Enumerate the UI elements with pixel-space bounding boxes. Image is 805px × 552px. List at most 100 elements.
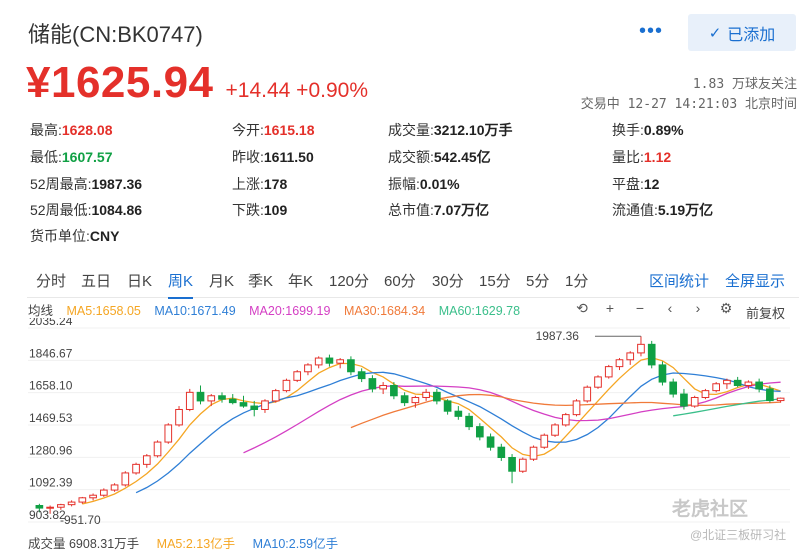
zoom-in-icon[interactable]: + <box>600 300 620 320</box>
candle-body <box>733 379 742 386</box>
candle-body <box>454 410 463 417</box>
stat-currency: 货币单位:CNY <box>30 228 120 244</box>
candle-body <box>261 400 269 410</box>
candle-body <box>540 434 549 448</box>
check-icon: ✓ <box>708 24 722 42</box>
zoom-out-icon[interactable]: − <box>630 300 650 320</box>
candle-body <box>239 402 248 407</box>
y-tick-label: 2035.24 <box>29 318 73 328</box>
period-tabs: 分时 五日 日K 周K 月K 季K 年K 120分 60分 30分 15分 5分… <box>27 262 799 299</box>
tab-quarterly-k[interactable]: 季K <box>248 270 273 291</box>
trade-time: 交易中 12-27 14:21:03 北京时间 <box>580 97 797 112</box>
candle-body <box>121 472 130 486</box>
range-stats-link[interactable]: 区间统计 <box>649 270 709 291</box>
candle-body <box>626 352 635 361</box>
tab-monthly-k[interactable]: 月K <box>209 270 234 291</box>
page-title: 储能(CN:BK0747) <box>28 22 203 47</box>
ma10-value: MA10:1671.49 <box>154 304 236 318</box>
y-tick-label: 1658.10 <box>29 379 73 393</box>
candle-body <box>250 405 259 410</box>
candle-body <box>175 408 183 426</box>
candle-body <box>153 441 162 457</box>
candle-body <box>379 384 387 390</box>
ma60-value: MA60:1629.78 <box>438 304 521 318</box>
stat-volume: 成交量:3212.10万手 <box>388 122 513 138</box>
avg-line-label: 均线 <box>28 304 54 318</box>
candle-body <box>615 359 624 368</box>
stat-up-count: 上涨:178 <box>232 176 288 192</box>
tab-15min[interactable]: 15分 <box>479 270 511 291</box>
tab-weekly-k[interactable]: 周K <box>168 270 194 299</box>
scroll-right-icon[interactable]: › <box>688 300 708 320</box>
candle-body <box>422 391 430 398</box>
tab-120min[interactable]: 120分 <box>329 270 369 291</box>
tab-yearly-k[interactable]: 年K <box>288 270 313 291</box>
ma5-line <box>82 357 781 505</box>
tab-5min[interactable]: 5分 <box>526 270 549 291</box>
stat-down-count: 下跌:109 <box>232 202 288 218</box>
tab-30min[interactable]: 30分 <box>432 270 464 291</box>
candle-body <box>712 383 721 392</box>
tab-daily-k[interactable]: 日K <box>127 270 152 291</box>
candle-body <box>304 364 312 373</box>
candle-body <box>604 366 613 378</box>
high-annotation: 1987.36 <box>536 329 580 343</box>
stat-prev-close: 昨收:1611.50 <box>232 149 314 165</box>
stat-high: 最高:1628.08 <box>30 122 113 138</box>
candle-body <box>658 364 667 383</box>
candle-body <box>271 390 280 402</box>
candle-body <box>776 397 785 402</box>
candle-body <box>400 395 409 404</box>
candle-body <box>228 398 237 404</box>
price-change: +14.44 +0.90% <box>225 79 368 102</box>
stat-amplitude: 振幅:0.01% <box>388 176 460 192</box>
stat-52w-low: 52周最低:1084.86 <box>30 202 143 218</box>
stat-low: 最低:1607.57 <box>30 149 113 165</box>
ma5-value: MA5:1658.05 <box>66 304 141 318</box>
scroll-left-icon[interactable]: ‹ <box>660 300 680 320</box>
fullscreen-link[interactable]: 全屏显示 <box>725 270 785 291</box>
candle-body <box>680 393 688 407</box>
candle-body <box>347 359 355 373</box>
followers-count[interactable]: 1.83 万球友关注 <box>693 73 797 92</box>
candle-body <box>433 391 441 402</box>
stat-volume-ratio: 量比:1.12 <box>612 149 672 165</box>
candle-body <box>475 426 484 438</box>
tab-five-day[interactable]: 五日 <box>81 270 111 291</box>
candle-body <box>755 381 763 390</box>
stat-turnover: 换手:0.89% <box>612 122 684 138</box>
candle-body <box>594 376 602 388</box>
candle-body <box>282 379 291 392</box>
candle-body <box>132 463 140 474</box>
more-options-button[interactable]: ••• <box>636 18 666 44</box>
candle-body <box>336 359 345 364</box>
candle-body <box>551 424 559 436</box>
candle-body <box>185 391 194 410</box>
title-row: 储能(CN:BK0747) <box>28 18 203 48</box>
added-label: 已添加 <box>727 26 776 44</box>
y-tick-label: 1469.53 <box>29 411 73 425</box>
candle-body <box>207 395 216 402</box>
stat-flat-count: 平盘:12 <box>612 176 660 192</box>
candle-body <box>486 436 495 448</box>
candle-body <box>701 390 710 398</box>
price-row: ¥1625.94 +14.44 +0.90% <box>26 58 368 108</box>
y-tick-label: 1280.96 <box>29 443 73 457</box>
candle-body <box>723 379 731 385</box>
added-watchlist-button[interactable]: ✓ 已添加 <box>688 14 796 51</box>
candle-body <box>357 371 366 380</box>
tab-intraday[interactable]: 分时 <box>36 270 66 291</box>
reset-icon[interactable]: ⟲ <box>572 300 592 320</box>
stat-market-cap: 总市值:7.07万亿 <box>388 202 490 218</box>
candle-body <box>443 400 452 412</box>
ma-legend: 均线 MA5:1658.05 MA10:1671.49 MA20:1699.19… <box>28 300 530 319</box>
volume-value: 成交量 6908.31万手 <box>28 537 140 551</box>
candle-body <box>99 489 108 496</box>
candle-body <box>89 494 97 499</box>
tab-60min[interactable]: 60分 <box>384 270 416 291</box>
current-price: ¥1625.94 <box>26 58 214 107</box>
candle-body <box>637 343 645 354</box>
candle-body <box>508 456 516 472</box>
tab-1min[interactable]: 1分 <box>565 270 588 291</box>
settings-icon[interactable]: ⚙ <box>716 300 736 320</box>
